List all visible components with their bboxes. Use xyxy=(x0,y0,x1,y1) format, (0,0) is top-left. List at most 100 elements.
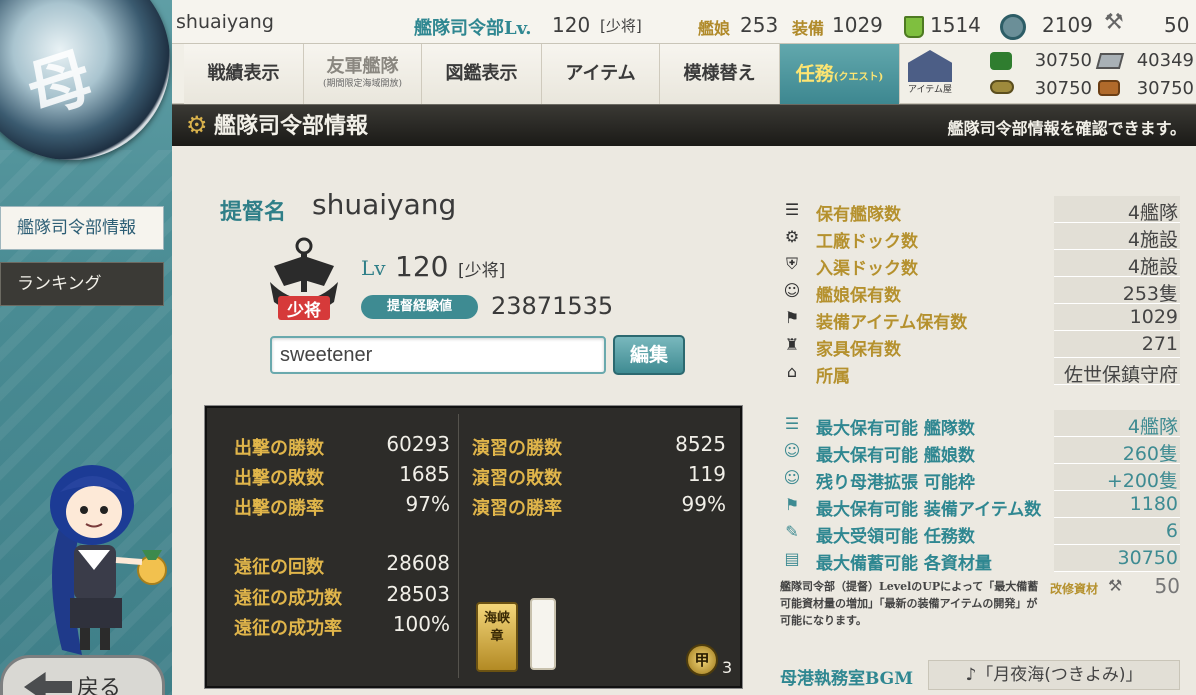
max-row-3-label: 最大保有可能 装備アイテム数 xyxy=(816,500,1042,520)
max-row-2-label: 残り母港拡張 可能枠 xyxy=(816,473,975,493)
tab-friend-fleet-sub: (期間限定海域開放) xyxy=(322,79,403,89)
shipgirl-icon: ☺ xyxy=(783,281,801,300)
expedition-rate-label: 遠征の成功率 xyxy=(234,618,342,639)
bucket-icon xyxy=(904,16,924,38)
tab-quest-label: 任務 xyxy=(795,63,834,85)
sortie-losses-value: 1685 xyxy=(399,462,450,486)
hq-level-label: 艦隊司令部Lv. xyxy=(414,18,532,39)
bgm-selector[interactable]: ♪「月夜海(つきよみ)」 xyxy=(928,660,1180,690)
section-title: 艦隊司令部情報 xyxy=(214,113,369,139)
expedition-success-label: 遠征の成功数 xyxy=(234,588,342,609)
info-row-0-label: 保有艦隊数 xyxy=(816,205,901,225)
exercise-wins-value: 8525 xyxy=(675,432,726,456)
gear-icon: ⚙ xyxy=(784,227,800,246)
comment-input[interactable] xyxy=(270,336,606,374)
stats-divider xyxy=(458,414,459,678)
info-row-3-label: 艦娘保有数 xyxy=(816,286,901,306)
max-row-5-value: 30750 xyxy=(1117,547,1178,569)
max-row-3-value: 1180 xyxy=(1129,493,1178,515)
port-screen: 母 艦隊司令部情報 ランキング 戻る shuaiyang 艦隊司令部Lv. 12… xyxy=(0,0,1196,695)
sortie-wins-label: 出撃の勝数 xyxy=(234,438,324,459)
chibi-character xyxy=(50,465,167,655)
info-row-4-value: 1029 xyxy=(1129,306,1178,328)
devmat-icon xyxy=(1000,14,1026,40)
info-row-6-value: 佐世保鎮守府 xyxy=(1063,364,1178,386)
fleet-icon: ☰ xyxy=(784,414,800,433)
level-value: 120 xyxy=(395,250,449,283)
sortie-rate-value: 97% xyxy=(405,492,450,516)
sortie-rate-label: 出撃の勝率 xyxy=(234,498,324,519)
max-row-1-label: 最大保有可能 艦娘数 xyxy=(816,446,975,466)
improve-material-value: 50 xyxy=(1154,574,1180,598)
item-shop-button[interactable]: アイテム屋 xyxy=(902,48,958,100)
sortie-wins-value: 60293 xyxy=(386,432,450,456)
back-button[interactable]: 戻る xyxy=(0,655,165,695)
tab-quest-sub: (クエスト) xyxy=(833,72,884,83)
info-row-5-label: 家具保有数 xyxy=(816,340,901,360)
medal-count: 3 xyxy=(722,658,733,677)
max-row-5-label: 最大備蓄可能 各資材量 xyxy=(816,554,992,574)
exercise-rate-label: 演習の勝率 xyxy=(472,498,562,519)
info-row-0-value: 4艦隊 xyxy=(1127,202,1178,224)
steel-value: 40349 xyxy=(1136,50,1194,71)
sidebar-item-ranking[interactable]: ランキング xyxy=(0,262,164,306)
xp-badge: 提督経験値 xyxy=(361,295,478,319)
xp-value: 23871535 xyxy=(491,292,614,320)
sortie-losses-label: 出撃の敗数 xyxy=(234,468,324,489)
ammo-icon xyxy=(990,80,1014,94)
admiral-name: shuaiyang xyxy=(312,188,457,221)
expedition-count-label: 遠征の回数 xyxy=(234,557,324,578)
info-row-2-value: 4施設 xyxy=(1127,256,1178,278)
exercise-wins-label: 演習の勝数 xyxy=(472,438,562,459)
shop-icon xyxy=(908,50,952,82)
strait-medal[interactable]: 海峡章 xyxy=(476,602,518,672)
exercise-losses-label: 演習の敗数 xyxy=(472,468,562,489)
sidebar-item-hq-info[interactable]: 艦隊司令部情報 xyxy=(0,206,164,250)
equip-count: 1029 xyxy=(832,13,883,37)
info-row-1-label: 工廠ドック数 xyxy=(816,232,918,252)
tab-encyclopedia[interactable]: 図鑑表示 xyxy=(422,44,542,104)
devmat-count: 2109 xyxy=(1042,13,1093,37)
tab-friend-fleet[interactable]: 友軍艦隊 (期間限定海域開放) xyxy=(304,44,422,104)
tab-remodel[interactable]: 模様替え xyxy=(660,44,780,104)
ammo-value: 30750 xyxy=(1034,78,1092,99)
tab-friend-fleet-label: 友軍艦隊 xyxy=(326,56,399,77)
tab-quest[interactable]: 任務(クエスト) xyxy=(780,44,900,104)
expedition-success-value: 28503 xyxy=(386,582,450,606)
bauxite-icon xyxy=(1098,80,1120,96)
improve-material-label: 改修資材 xyxy=(1050,582,1099,596)
admiral-name-label: 提督名 xyxy=(220,199,287,225)
expedition-count-value: 28608 xyxy=(386,551,450,575)
fuel-value: 30750 xyxy=(1034,50,1092,71)
shop-label: アイテム屋 xyxy=(907,85,953,95)
rank-emblem-text: 少将 xyxy=(287,301,321,321)
info-row-5-value: 271 xyxy=(1141,333,1178,355)
max-row-0-value: 4艦隊 xyxy=(1127,416,1178,438)
username-label: shuaiyang xyxy=(176,11,274,33)
max-row-4-value: 6 xyxy=(1165,520,1178,542)
screw-icon: ⚒ xyxy=(1104,10,1124,35)
quill-icon: ✎ xyxy=(785,522,799,541)
tab-battle-record[interactable]: 戦績表示 xyxy=(184,44,304,104)
hq-level-note: 艦隊司令部（提督）LevelのUPによって「最大備蓄可能資材量の増加」「最新の装… xyxy=(780,580,1039,627)
kanmusu-count: 253 xyxy=(740,13,779,37)
badge-ribbon[interactable] xyxy=(530,598,556,670)
kou-medal-icon[interactable]: 甲 xyxy=(686,644,718,676)
improve-material-icon: ⚒ xyxy=(1108,576,1123,595)
kanmusu-label: 艦娘 xyxy=(698,19,731,38)
bgm-label: 母港執務室BGM xyxy=(780,669,914,689)
shipgirl-icon: ☺ xyxy=(783,441,801,460)
fleet-icon: ☰ xyxy=(784,200,800,219)
edit-button[interactable]: 編集 xyxy=(613,335,685,375)
screw-count: 50 xyxy=(1164,13,1190,37)
max-row-4-label: 最大受領可能 任務数 xyxy=(816,527,975,547)
tab-items[interactable]: アイテム xyxy=(542,44,660,104)
repair-icon: ⛨ xyxy=(785,254,798,273)
equipment-icon: ⚑ xyxy=(784,495,800,514)
shipgirl-icon: ☺ xyxy=(783,468,801,487)
equipment-icon: ⚑ xyxy=(784,308,800,327)
exercise-rate-value: 99% xyxy=(681,492,726,516)
max-row-0-label: 最大保有可能 艦隊数 xyxy=(816,419,975,439)
expedition-rate-value: 100% xyxy=(392,612,450,636)
base-icon: ⌂ xyxy=(786,362,798,381)
